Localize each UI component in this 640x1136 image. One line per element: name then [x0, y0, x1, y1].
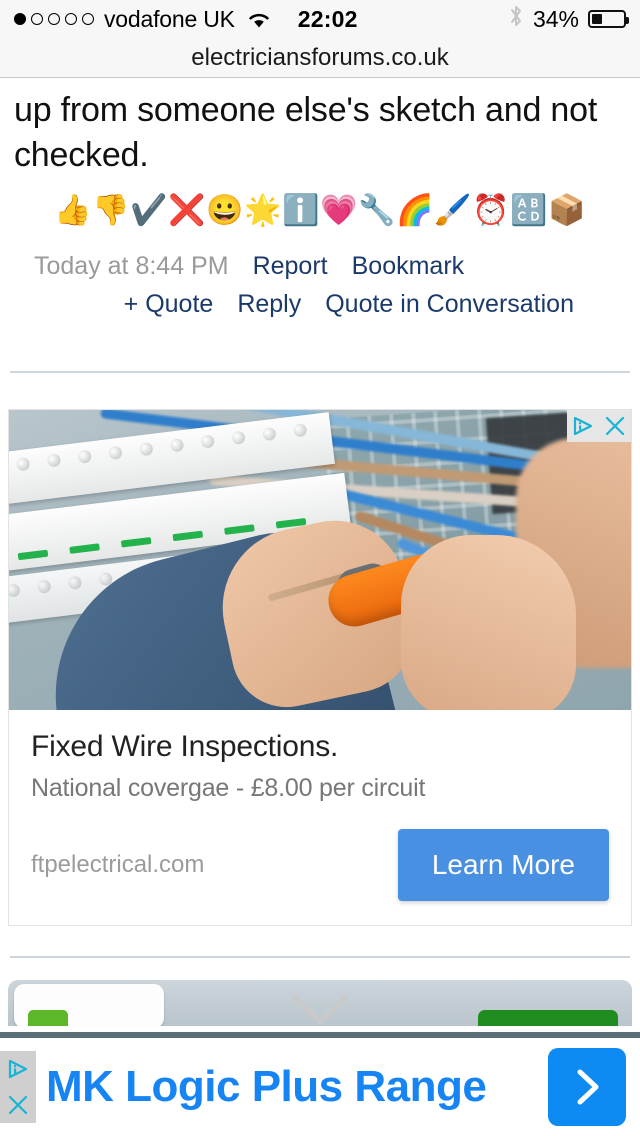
advertisement-card[interactable]: Fixed Wire Inspections. National coverga… — [8, 408, 632, 926]
information-icon[interactable]: ℹ️ — [282, 196, 319, 226]
reply-link[interactable]: Reply — [237, 290, 301, 319]
signal-dot-4 — [65, 13, 77, 25]
thumbs-up-icon[interactable]: 👍 — [54, 196, 91, 226]
bottom-ad-text: MK Logic Plus Range — [46, 1062, 487, 1111]
post-body-text: up from someone else's sketch and not ch… — [14, 91, 598, 175]
quote-in-conversation-link[interactable]: Quote in Conversation — [325, 290, 574, 319]
bottom-ad-icons — [0, 1051, 36, 1123]
ad-headline: Fixed Wire Inspections. — [31, 729, 339, 763]
partial-toolbar[interactable] — [8, 979, 632, 1026]
wifi-icon — [246, 10, 272, 29]
add-quote-link[interactable]: + Quote — [124, 290, 214, 319]
toolbar-green-button[interactable] — [478, 1009, 618, 1026]
bluetooth-icon — [508, 4, 524, 34]
carrier-label: vodafone UK — [104, 5, 235, 32]
adchoices-icon[interactable] — [0, 1051, 36, 1087]
chevron-right-icon[interactable] — [548, 1048, 626, 1126]
report-link[interactable]: Report — [253, 252, 328, 281]
ad-image[interactable] — [9, 409, 631, 710]
post-timestamp: Today at 8:44 PM — [34, 252, 229, 281]
close-icon[interactable] — [599, 409, 631, 442]
status-bar: vodafone UK 22:02 34% — [0, 0, 640, 38]
battery-icon — [588, 10, 629, 28]
star-medal-icon[interactable]: 🌟 — [244, 196, 281, 226]
rainbow-icon[interactable]: 🌈 — [396, 196, 433, 226]
battery-percent-label: 34% — [532, 5, 579, 32]
check-mark-icon[interactable]: ✔️ — [130, 196, 167, 226]
page-content: up from someone else's sketch and not ch… — [0, 78, 640, 1136]
browser-url-bar[interactable]: electriciansforums.co.uk — [0, 38, 640, 78]
adchoices-icon[interactable] — [567, 409, 599, 442]
paintbrush-icon[interactable]: 🖌️ — [434, 196, 471, 226]
ad-display-url: ftpelectrical.com — [31, 850, 205, 878]
ad-description: National covergae - £8.00 per circuit — [31, 773, 426, 802]
learn-more-button[interactable]: Learn More — [397, 828, 609, 901]
url-text: electriciansforums.co.uk — [191, 43, 449, 71]
status-bar-clock: 22:02 — [297, 5, 358, 32]
signal-dot-1 — [14, 13, 26, 25]
package-box-icon[interactable]: 📦 — [548, 196, 585, 226]
signal-strength-dots — [14, 13, 94, 25]
heart-icon[interactable]: 💗 — [320, 196, 357, 226]
section-divider — [10, 370, 630, 373]
reaction-icon-row[interactable]: 👍 👎 ✔️ ❌ 😀 🌟 ℹ️ 💗 🔧 🌈 🖌️ ⏰ 🔠 📦 — [0, 178, 640, 226]
chevron-down-icon[interactable] — [291, 994, 349, 1026]
alarm-clock-icon[interactable]: ⏰ — [472, 196, 509, 226]
close-icon[interactable] — [0, 1087, 36, 1123]
signal-dot-3 — [48, 13, 60, 25]
signal-dot-2 — [31, 13, 43, 25]
post-meta: Today at 8:44 PM Report Bookmark + Quote… — [0, 226, 640, 319]
bottom-ad-banner[interactable]: MK Logic Plus Range — [0, 1032, 640, 1136]
cross-mark-icon[interactable]: ❌ — [168, 196, 205, 226]
abc-check-icon[interactable]: 🔠 — [510, 196, 547, 226]
section-divider-2 — [10, 955, 630, 958]
signal-dot-5 — [82, 13, 94, 25]
wrench-icon[interactable]: 🔧 — [358, 196, 395, 226]
grinning-face-icon[interactable]: 😀 — [206, 196, 243, 226]
bookmark-link[interactable]: Bookmark — [352, 252, 465, 281]
thumbs-down-icon[interactable]: 👎 — [92, 196, 129, 226]
toolbar-green-accent — [28, 1009, 68, 1026]
